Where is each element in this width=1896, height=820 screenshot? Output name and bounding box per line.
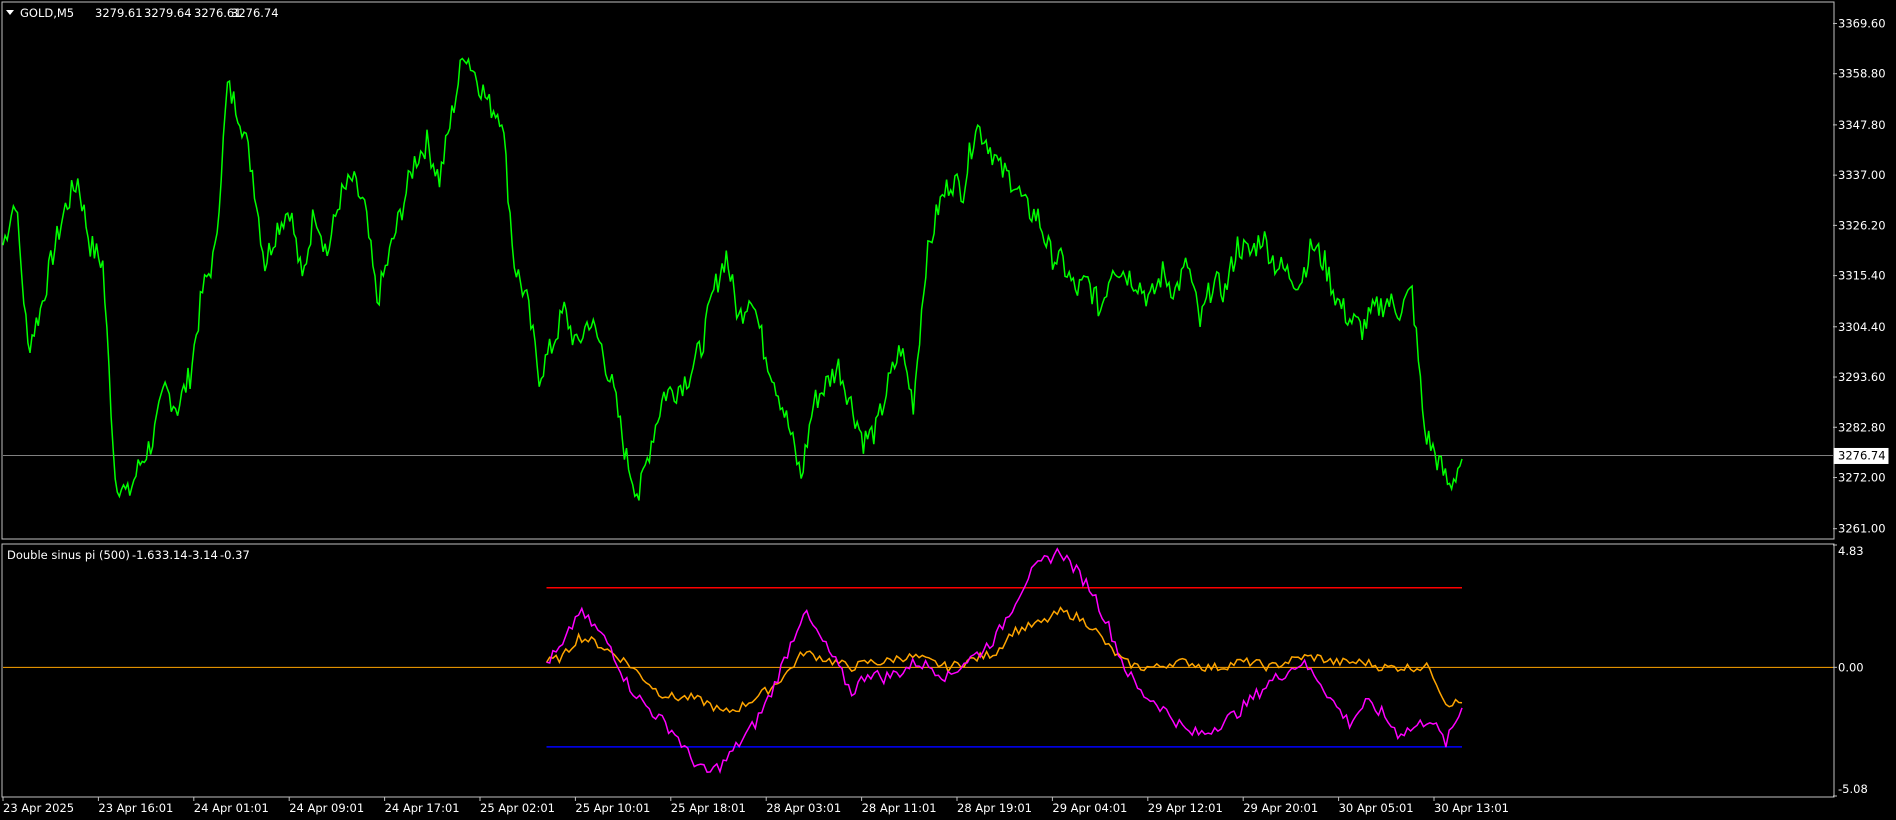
indicator-value-2: 3.14	[162, 548, 188, 562]
time-axis-label: 29 Apr 04:01	[1052, 801, 1127, 815]
time-axis-label: 24 Apr 01:01	[194, 801, 269, 815]
indicator-value-4: -0.37	[220, 548, 250, 562]
time-axis-label: 24 Apr 09:01	[289, 801, 364, 815]
time-axis-label: 23 Apr 2025	[3, 801, 74, 815]
price-axis-label: 3261.00	[1838, 522, 1886, 536]
symbol-header: GOLD,M5 3279.61 3279.64 3276.61 3276.74	[6, 6, 279, 20]
trading-chart[interactable]: 3369.60 3358.80 3347.80 3337.00 3326.20 3315.…	[0, 0, 1896, 820]
price-axis-label: 3315.40	[1838, 269, 1886, 283]
price-axis-label: 3337.00	[1838, 168, 1886, 182]
current-price-tag-label: 3276.74	[1838, 448, 1886, 462]
price-axis-label: 3293.60	[1838, 370, 1886, 384]
time-axis-label: 28 Apr 03:01	[766, 801, 841, 815]
current-price-tag: 3276.74	[1833, 447, 1889, 464]
price-axis-label: 3358.80	[1838, 67, 1886, 81]
time-axis-label: 25 Apr 18:01	[671, 801, 746, 815]
time-axis-label: 30 Apr 13:01	[1434, 801, 1509, 815]
time-axis-label: 25 Apr 10:01	[575, 801, 650, 815]
symbol-label: GOLD,M5	[20, 6, 74, 20]
time-axis-label: 29 Apr 12:01	[1148, 801, 1223, 815]
time-axis-label: 28 Apr 19:01	[957, 801, 1032, 815]
indicator-axis-label: 4.83	[1838, 544, 1864, 558]
chart-background	[0, 0, 1896, 820]
close-price: 3276.74	[231, 6, 279, 20]
indicator-value-3: -3.14	[188, 548, 218, 562]
indicator-axis-label: 0.00	[1838, 660, 1864, 674]
indicator-title: Double sinus pi (500)	[7, 548, 130, 562]
price-axis-label: 3304.40	[1838, 320, 1886, 334]
time-axis-label: 25 Apr 02:01	[480, 801, 555, 815]
price-axis-label: 3326.20	[1838, 218, 1886, 232]
time-axis-label: 23 Apr 16:01	[98, 801, 173, 815]
time-axis-label: 30 Apr 05:01	[1339, 801, 1414, 815]
time-axis-label: 29 Apr 20:01	[1243, 801, 1318, 815]
high-price: 3279.64	[144, 6, 192, 20]
price-axis-label: 3282.80	[1838, 420, 1886, 434]
indicator-axis-label: -5.08	[1838, 782, 1868, 796]
price-axis-label: 3272.00	[1838, 471, 1886, 485]
price-axis-label: 3347.80	[1838, 118, 1886, 132]
price-axis-label: 3369.60	[1838, 16, 1886, 30]
time-axis-label: 28 Apr 11:01	[862, 801, 937, 815]
indicator-value-1: -1.63	[132, 548, 162, 562]
open-price: 3279.61	[95, 6, 143, 20]
indicator-header: Double sinus pi (500) -1.63 3.14 -3.14 -…	[7, 548, 250, 562]
time-axis-label: 24 Apr 17:01	[385, 801, 460, 815]
